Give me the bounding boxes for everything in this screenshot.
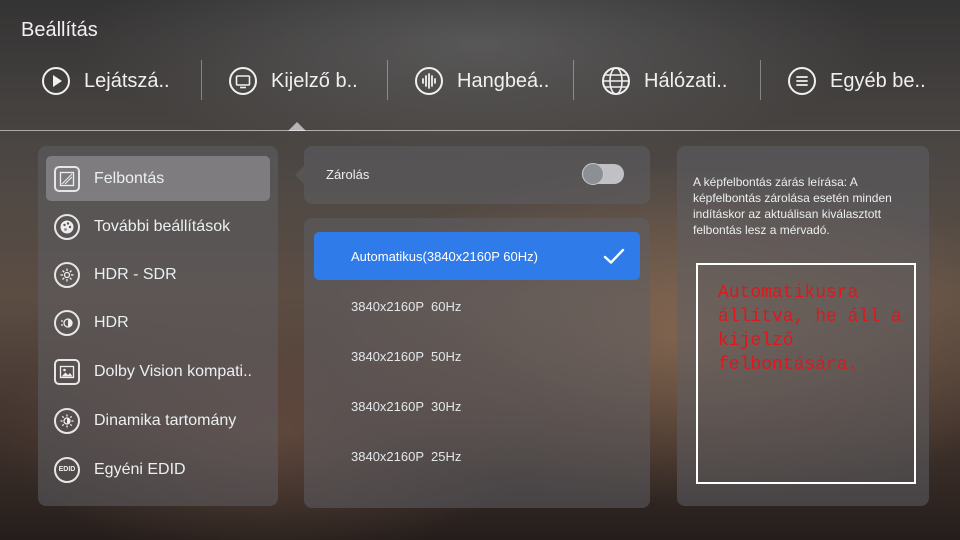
tab-label: Kijelző b.. — [271, 69, 358, 92]
sidebar-item-dynamic-range[interactable]: Dinamika tartomány — [46, 398, 270, 443]
lock-label: Zárolás — [326, 167, 370, 182]
sidebar-item-custom-edid[interactable]: EDID Egyéni EDID — [46, 447, 270, 492]
lock-description: A képfelbontás zárás leírása: A képfelbo… — [693, 175, 892, 237]
info-panel: A képfelbontás zárás leírása: A képfelbo… — [677, 146, 929, 506]
tab-divider — [760, 60, 761, 100]
checkmark-icon — [603, 248, 625, 264]
sidebar-item-label: HDR — [94, 313, 129, 331]
resolution-option-30hz[interactable]: 3840x2160P 30Hz — [314, 382, 640, 430]
globe-icon — [602, 67, 630, 95]
sidebar-item-label: Egyéni EDID — [94, 460, 186, 478]
tab-divider — [201, 60, 202, 100]
monitor-icon — [229, 67, 257, 95]
toggle-knob — [582, 163, 604, 185]
resolution-option-label: Automatikus(3840x2160P 60Hz) — [351, 248, 538, 264]
sidebar-item-label: HDR - SDR — [94, 265, 177, 283]
focus-pointer — [295, 166, 304, 184]
resolution-option-50hz[interactable]: 3840x2160P 50Hz — [314, 332, 640, 380]
tab-other[interactable]: Egyéb be.. — [787, 58, 926, 104]
tab-label: Hangbeá.. — [457, 69, 550, 92]
resolution-option-60hz[interactable]: 3840x2160P 60Hz — [314, 282, 640, 330]
picture-icon — [54, 358, 80, 385]
sidebar-item-label: Dolby Vision kompati.. — [94, 362, 252, 380]
tab-playback[interactable]: Lejátszá.. — [41, 58, 170, 104]
sidebar-item-label: Dinamika tartomány — [94, 411, 237, 429]
lock-toggle[interactable] — [582, 163, 624, 185]
resolution-option-auto[interactable]: Automatikus(3840x2160P 60Hz) — [314, 232, 640, 280]
tab-label: Lejátszá.. — [84, 69, 170, 92]
menu-list-icon — [788, 67, 816, 95]
play-circle-icon — [42, 67, 70, 95]
resolution-option-label: 3840x2160P 60Hz — [351, 298, 462, 314]
resolution-option-label: 3840x2160P 50Hz — [351, 348, 462, 364]
sidebar-item-resolution[interactable]: Felbontás — [46, 156, 270, 201]
tab-divider — [573, 60, 574, 100]
active-tab-indicator — [288, 122, 306, 131]
audio-wave-icon — [415, 67, 443, 95]
top-tab-bar: Lejátszá.. Kijelző b.. Hangbeá.. Hálózat… — [0, 58, 960, 104]
brightness-icon — [54, 407, 80, 434]
sidebar-item-dolby-vision[interactable]: Dolby Vision kompati.. — [46, 349, 270, 394]
annotation-box: Automatikusra állítva, he áll a kijelző … — [696, 263, 916, 484]
resolution-option-label: 3840x2160P 30Hz — [351, 398, 462, 414]
tab-audio[interactable]: Hangbeá.. — [414, 58, 549, 104]
sidebar-item-label: További beállítások — [94, 217, 231, 235]
sidebar-item-hdr[interactable]: HDR — [46, 300, 270, 345]
resolution-option-label: 3840x2160P 25Hz — [351, 448, 462, 464]
tab-divider — [387, 60, 388, 100]
sidebar-item-hdr-sdr[interactable]: HDR - SDR — [46, 252, 270, 297]
tab-label: Egyéb be.. — [830, 69, 926, 92]
resolution-list: Automatikus(3840x2160P 60Hz) 3840x2160P … — [304, 218, 650, 508]
header-divider — [0, 130, 960, 131]
sidebar-item-label: Felbontás — [94, 169, 165, 187]
resolution-icon — [54, 165, 80, 192]
lock-row: Zárolás — [295, 146, 650, 204]
sidebar-item-more-settings[interactable]: További beállítások — [46, 204, 270, 249]
sidebar: Felbontás További beállítások HDR - SDR … — [38, 146, 278, 506]
hdr-icon — [54, 309, 80, 336]
tab-label: Hálózati.. — [644, 69, 728, 92]
edid-icon: EDID — [54, 456, 80, 483]
tab-display[interactable]: Kijelző b.. — [228, 58, 358, 104]
palette-icon — [54, 213, 80, 240]
hdr-sdr-icon — [54, 261, 80, 288]
page-title: Beállítás — [21, 19, 98, 41]
annotation-text: Automatikusra állítva, he áll a kijelző … — [718, 283, 902, 375]
resolution-option-25hz[interactable]: 3840x2160P 25Hz — [314, 432, 640, 480]
tab-network[interactable]: Hálózati.. — [601, 58, 727, 104]
